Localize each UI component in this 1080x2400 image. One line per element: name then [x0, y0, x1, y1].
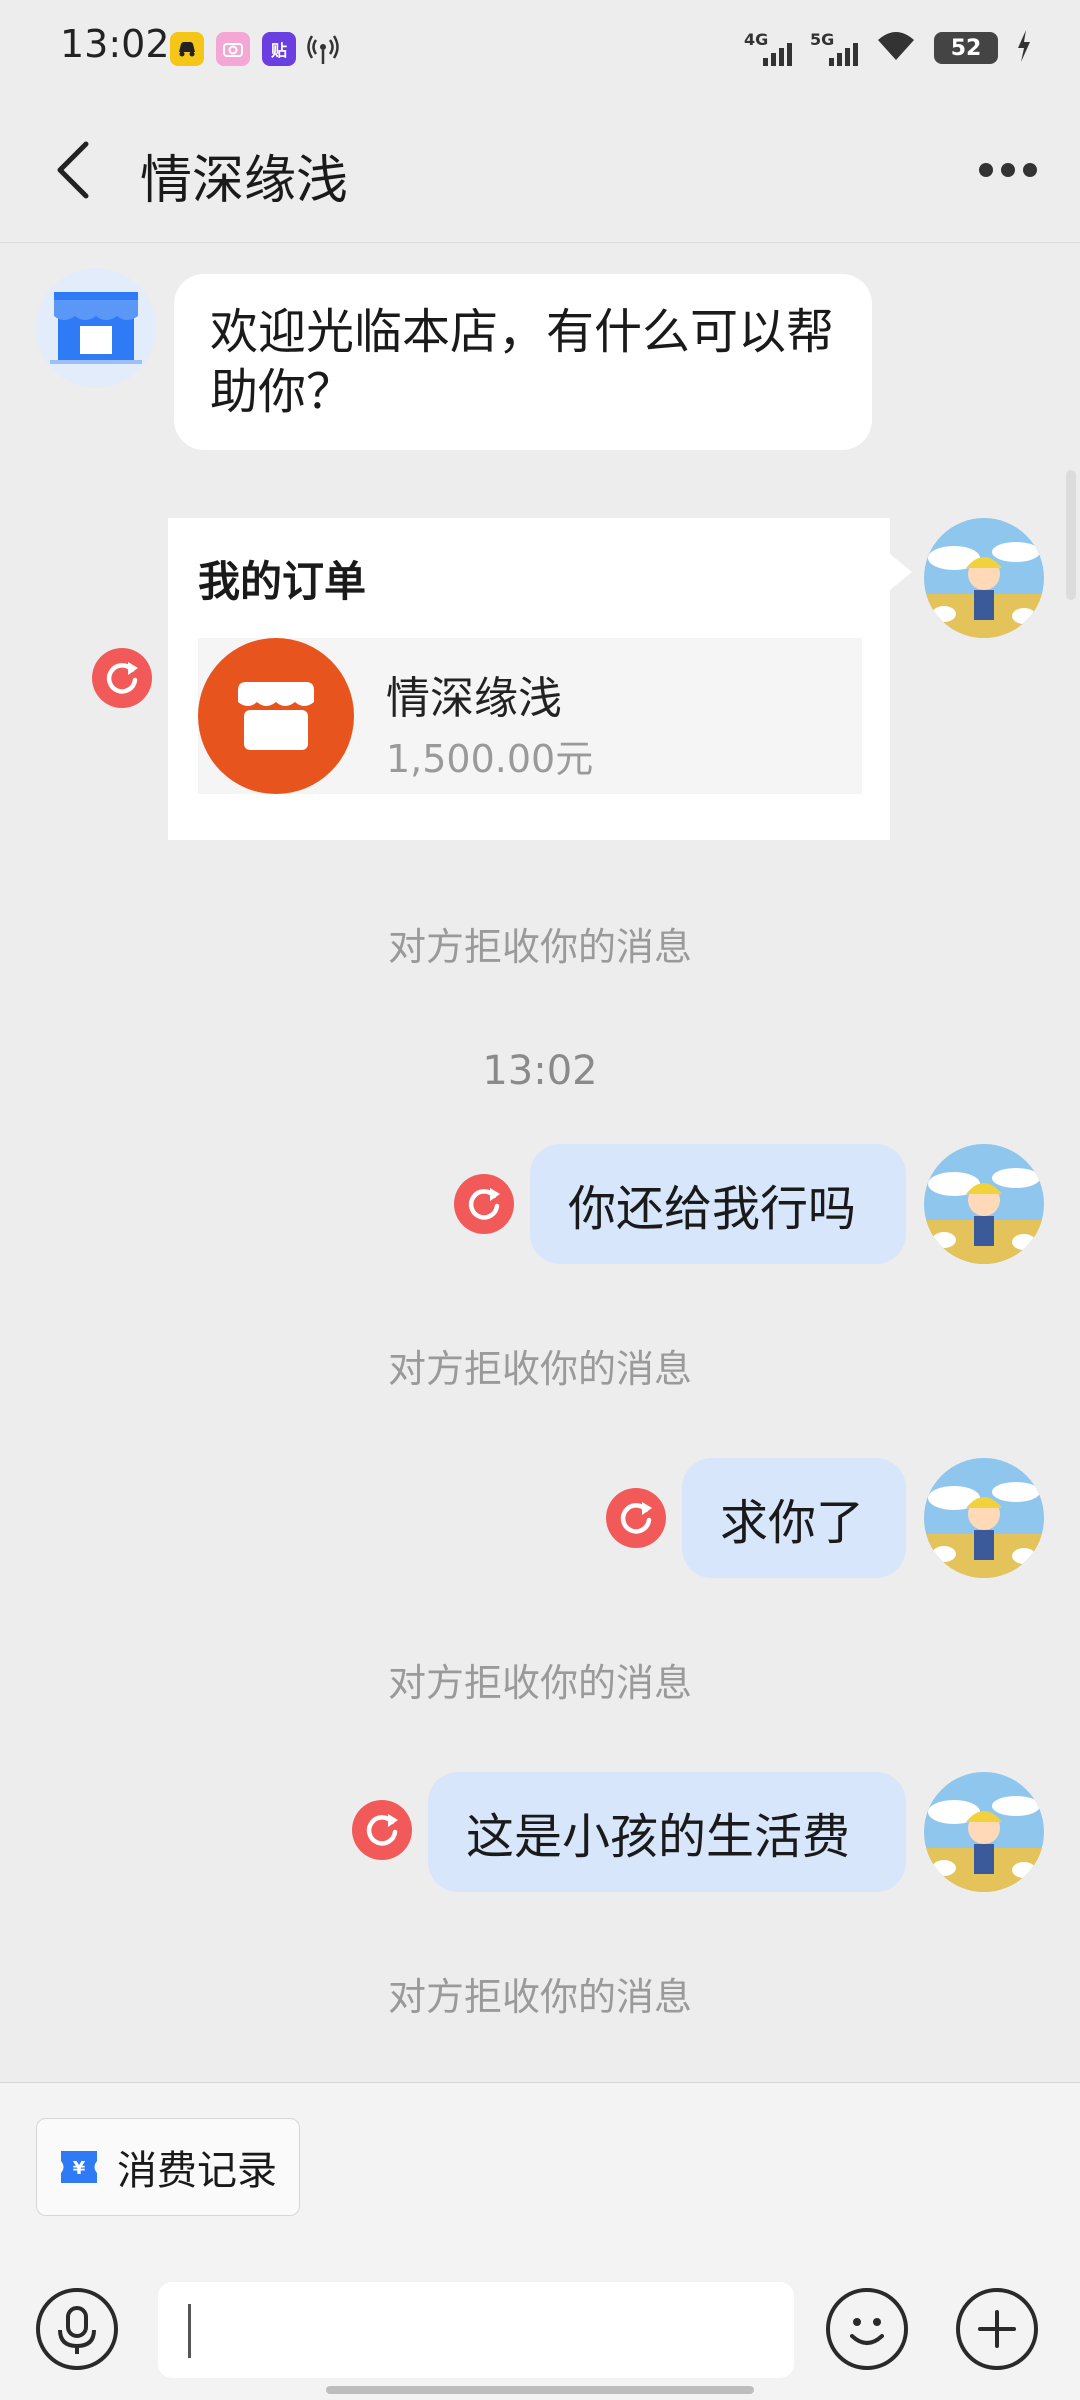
coupon-yuan-icon: ¥ — [61, 2151, 97, 2183]
storefront-icon — [50, 292, 142, 364]
more-button[interactable] — [976, 152, 1040, 188]
shop-avatar[interactable] — [36, 268, 156, 388]
status-right: 4G 5G 52 — [744, 30, 1032, 66]
smiley-icon — [850, 2318, 884, 2345]
refresh-icon — [468, 1188, 500, 1220]
rejected-notice: 对方拒收你的消息 — [387, 1661, 692, 1705]
message-bubble[interactable]: 你还给我行吗 — [530, 1144, 906, 1264]
rejected-notice: 对方拒收你的消息 — [387, 1347, 692, 1391]
refresh-icon — [620, 1502, 652, 1534]
status-time: 13:02 — [60, 22, 170, 66]
sticker-app-icon: 贴 — [262, 32, 296, 66]
wifi-icon — [876, 30, 916, 66]
message-input[interactable] — [158, 2282, 794, 2378]
plus-button[interactable] — [956, 2288, 1038, 2370]
user-avatar-image — [924, 1772, 1044, 1892]
hotspot-icon — [306, 32, 340, 70]
user-avatar-image — [924, 1458, 1044, 1578]
resend-button[interactable] — [606, 1488, 666, 1548]
scrollbar[interactable] — [1066, 470, 1076, 600]
voice-button[interactable] — [36, 2288, 118, 2370]
order-price: 1,500.00元 — [386, 737, 594, 781]
header-divider — [0, 242, 1080, 243]
svg-text:¥: ¥ — [73, 2158, 86, 2179]
camera-app-icon — [216, 32, 250, 66]
user-avatar[interactable] — [924, 1144, 1044, 1264]
microphone-icon — [58, 2306, 96, 2354]
resend-button[interactable] — [92, 648, 152, 708]
battery-indicator: 52 — [934, 32, 998, 64]
shop-logo — [198, 638, 354, 794]
chat-title: 情深缘浅 — [140, 151, 349, 211]
order-card[interactable]: 我的订单 情深缘浅 1,500.00元 — [168, 518, 912, 840]
user-avatar[interactable] — [924, 1458, 1044, 1578]
rejected-notice: 对方拒收你的消息 — [387, 925, 692, 969]
resend-button[interactable] — [454, 1174, 514, 1234]
text-caret — [188, 2304, 191, 2358]
user-avatar[interactable] — [924, 1772, 1044, 1892]
resend-button[interactable] — [352, 1800, 412, 1860]
refresh-icon — [106, 662, 138, 694]
chevron-left-icon — [57, 141, 89, 199]
home-indicator[interactable] — [326, 2386, 754, 2394]
rejected-notice: 对方拒收你的消息 — [387, 1975, 692, 2019]
signal-4g-icon: 4G — [744, 30, 792, 66]
purchase-history-button[interactable]: ¥ 消费记录 — [36, 2118, 300, 2216]
timestamp: 13:02 — [482, 1048, 598, 1094]
message-bubble[interactable]: 这是小孩的生活费 — [428, 1772, 906, 1892]
user-avatar-image — [924, 518, 1044, 638]
message-bubble[interactable]: 求你了 — [682, 1458, 906, 1578]
order-item[interactable]: 情深缘浅 1,500.00元 — [198, 638, 862, 794]
shop-icon — [238, 682, 314, 750]
signal-5g-icon: 5G — [810, 30, 858, 66]
user-avatar-image — [924, 1144, 1044, 1264]
back-button[interactable] — [48, 138, 108, 202]
charging-icon — [1016, 30, 1032, 66]
emoji-button[interactable] — [826, 2288, 908, 2370]
welcome-message[interactable]: 欢迎光临本店，有什么可以帮助你？ — [174, 274, 872, 450]
user-avatar[interactable] — [924, 518, 1044, 638]
refresh-icon — [366, 1814, 398, 1846]
more-dots-icon — [979, 163, 1037, 177]
purchase-history-label: 消费记录 — [117, 2148, 277, 2194]
car-app-icon — [170, 32, 204, 66]
order-card-title: 我的订单 — [198, 557, 367, 606]
plus-icon — [978, 2310, 1016, 2348]
order-shop-name: 情深缘浅 — [386, 673, 562, 724]
